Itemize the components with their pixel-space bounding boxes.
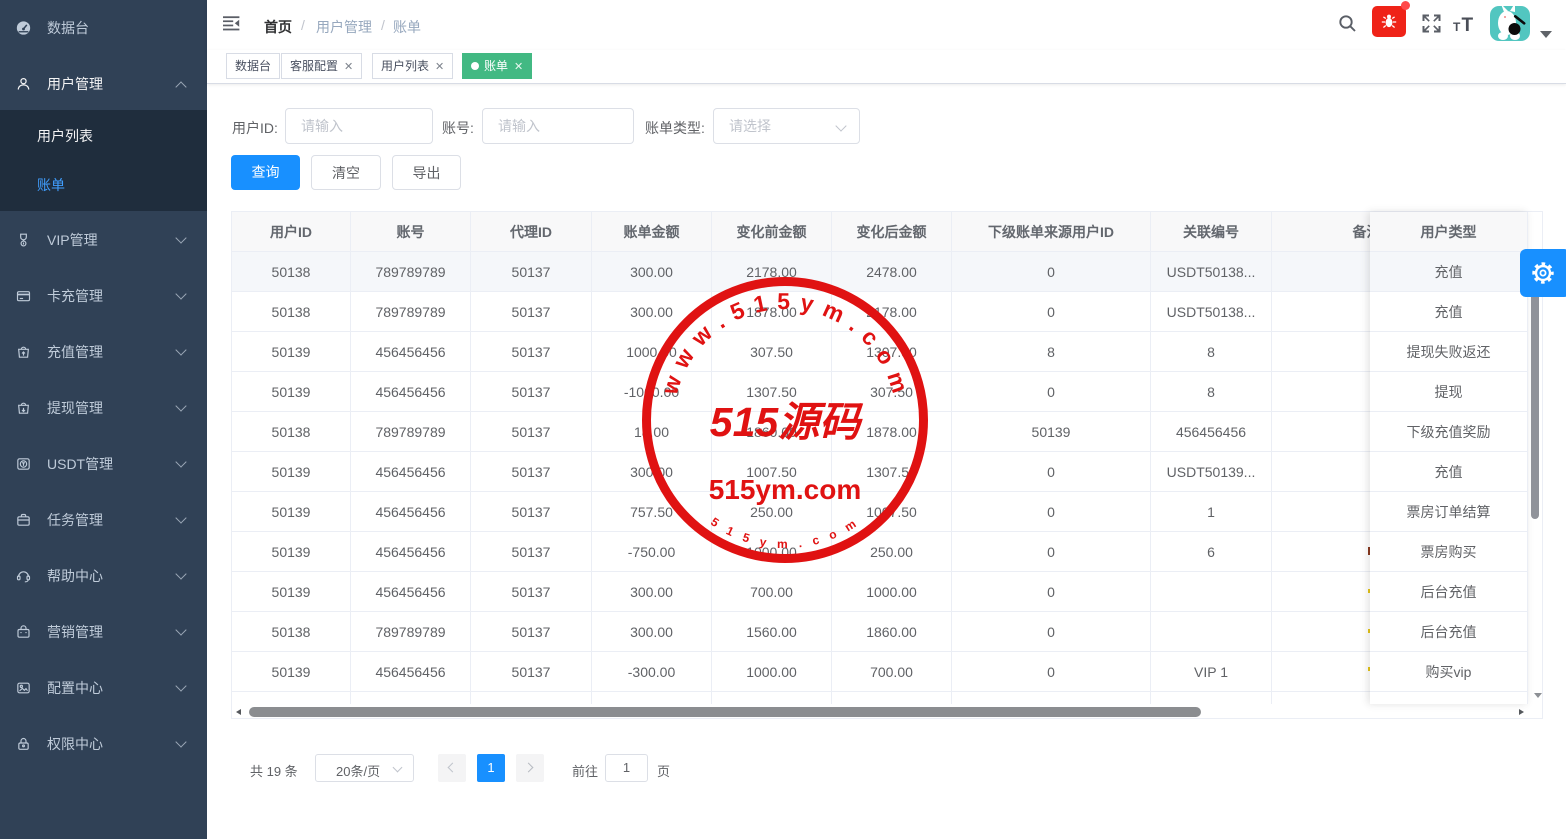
svg-text:T: T xyxy=(1453,20,1461,34)
svg-text:T: T xyxy=(1462,15,1474,34)
